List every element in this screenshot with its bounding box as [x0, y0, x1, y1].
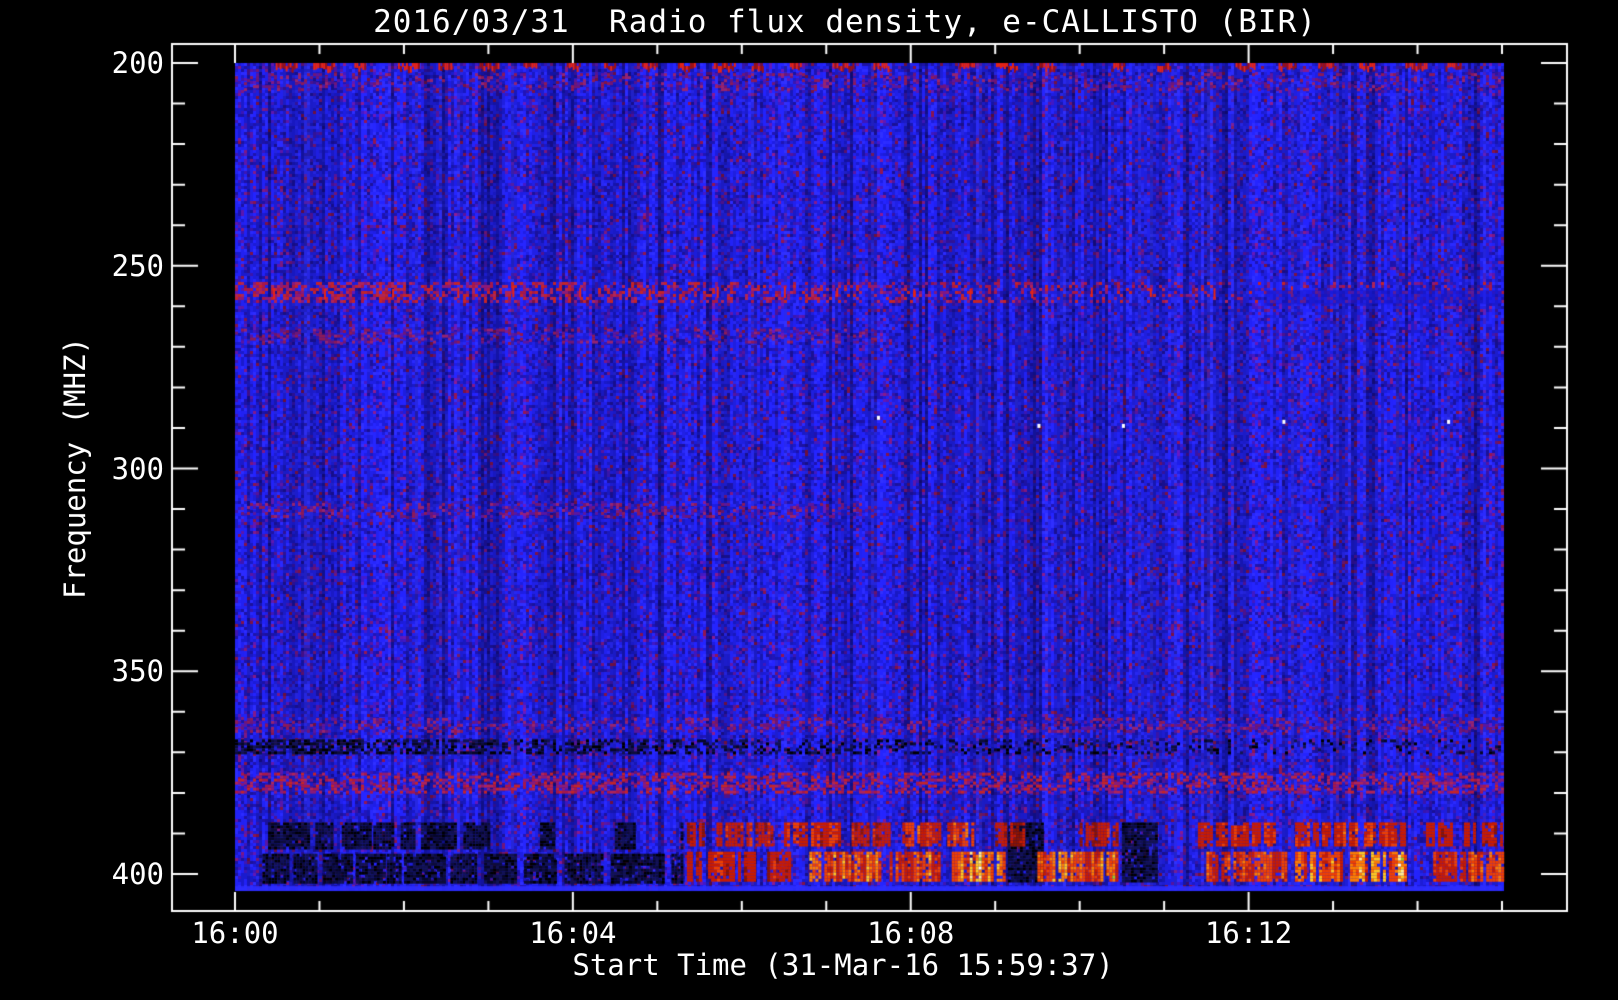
x-tick-label: 16:08 — [867, 916, 955, 950]
y-tick-label: 400 — [111, 857, 164, 891]
x-tick-label: 16:12 — [1204, 916, 1293, 950]
y-tick-label: 300 — [111, 451, 164, 486]
y-tick-label: 350 — [111, 654, 164, 689]
spectrogram-canvas — [0, 0, 1618, 1000]
y-tick-label: 250 — [111, 248, 164, 283]
y-tick-label: 200 — [111, 46, 164, 80]
x-tick-label: 16:04 — [529, 916, 617, 950]
x-axis-title: Start Time (31-Mar-16 15:59:37) — [572, 948, 1114, 982]
chart-title: 2016/03/31 Radio flux density, e-CALLIST… — [373, 4, 1317, 40]
spectrogram-page: 2016/03/31 Radio flux density, e-CALLIST… — [0, 0, 1618, 1000]
x-tick-label: 16:00 — [191, 916, 279, 950]
